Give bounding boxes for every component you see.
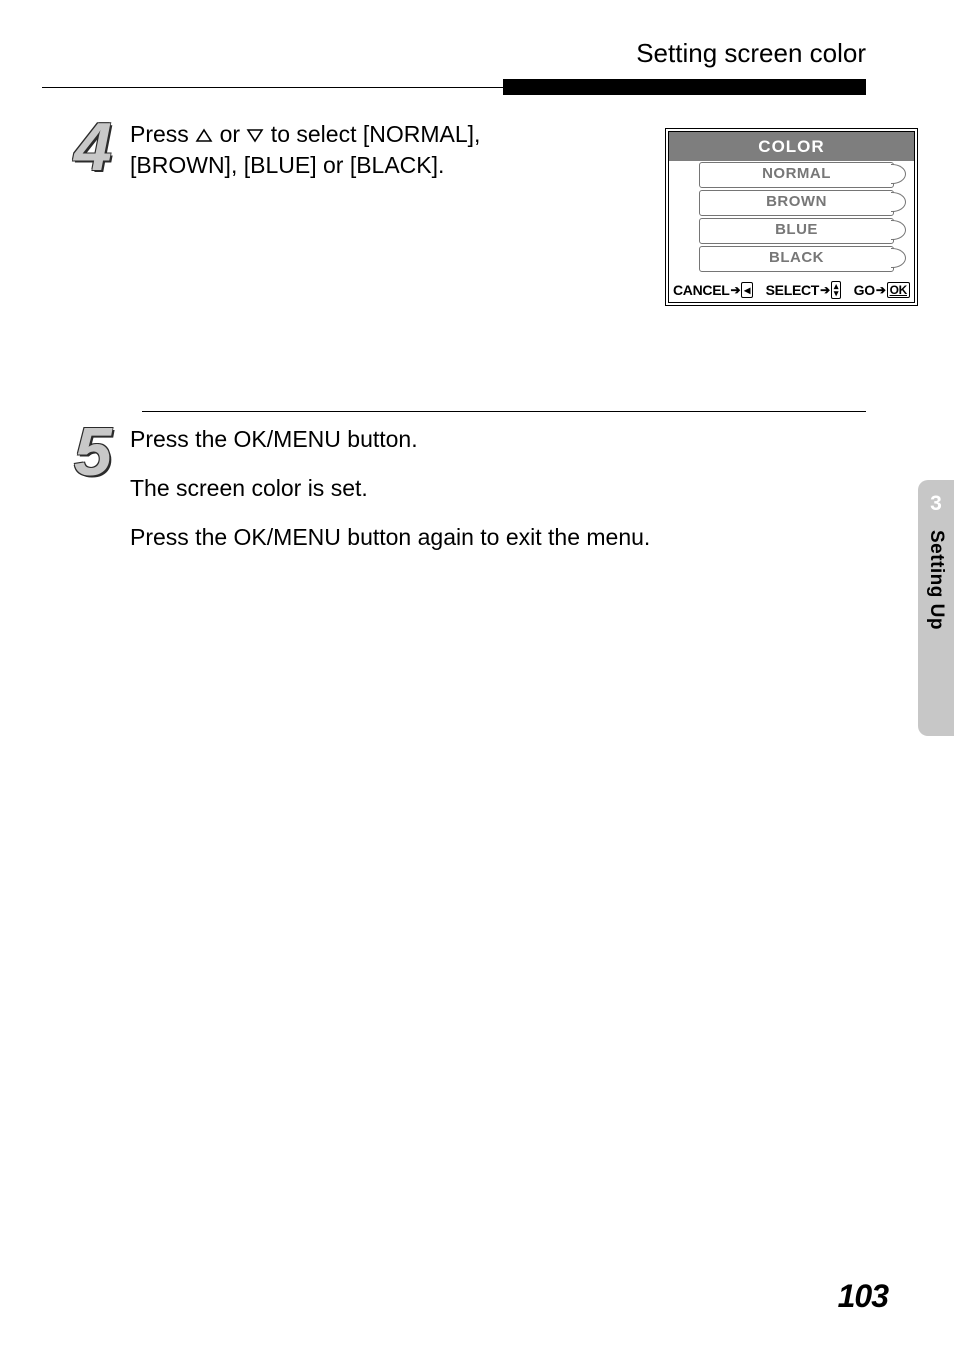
step-5-text: Press the OK/MENU button. The screen col… xyxy=(130,418,902,571)
menu-item-brown: BROWN xyxy=(669,189,914,217)
screen-hints: CANCEL➔◂ SELECT➔▴▾ GO➔OK xyxy=(669,277,914,302)
chevron-right-icon xyxy=(894,189,908,217)
chevron-right-icon xyxy=(894,217,908,245)
chevron-right-icon xyxy=(894,161,908,189)
menu-item-black: BLACK xyxy=(669,245,914,273)
arrow-right-icon: ➔ xyxy=(820,283,830,297)
triangle-up-icon xyxy=(195,128,213,143)
hint-go-label: GO xyxy=(854,282,875,298)
hint-select: SELECT➔▴▾ xyxy=(766,281,841,299)
step4-or: or xyxy=(213,121,246,147)
hint-cancel: CANCEL➔◂ xyxy=(673,282,753,298)
step5-line1: Press the OK/MENU button. xyxy=(130,424,902,455)
step4-press: Press xyxy=(130,121,195,147)
page-title: Setting screen color xyxy=(80,38,902,69)
step-number-5: 5 xyxy=(74,418,130,486)
lcd-screen: COLOR NORMAL BROWN BLUE BLACK xyxy=(665,128,918,306)
screen-title: COLOR xyxy=(669,132,914,161)
chapter-tab: 3 Setting Up xyxy=(918,480,954,736)
step-number-4: 4 xyxy=(74,113,130,181)
menu-item-label: BROWN xyxy=(699,190,894,216)
hint-select-label: SELECT xyxy=(766,282,819,298)
left-key-icon: ◂ xyxy=(741,282,753,298)
step-5: 5 Press the OK/MENU button. The screen c… xyxy=(80,418,902,571)
step-divider xyxy=(142,411,866,412)
header-bar xyxy=(503,79,866,95)
menu-item-label: NORMAL xyxy=(699,162,894,188)
menu-item-blue: BLUE xyxy=(669,217,914,245)
arrow-right-icon: ➔ xyxy=(731,283,741,297)
hint-go: GO➔OK xyxy=(854,282,910,298)
step-4-text: Press or to select [NORMAL], [BROWN], [B… xyxy=(130,113,550,181)
page-number: 103 xyxy=(838,1278,888,1315)
menu-item-normal: NORMAL xyxy=(669,161,914,189)
step5-line3: Press the OK/MENU button again to exit t… xyxy=(130,522,902,553)
header-rule-row xyxy=(80,79,902,95)
chapter-label: Setting Up xyxy=(925,530,947,630)
step5-line2: The screen color is set. xyxy=(130,473,902,504)
hint-cancel-label: CANCEL xyxy=(673,282,730,298)
arrow-right-icon: ➔ xyxy=(876,283,886,297)
updown-key-icon: ▴▾ xyxy=(831,281,841,299)
chevron-right-icon xyxy=(894,245,908,273)
menu-item-label: BLACK xyxy=(699,246,894,272)
menu-item-label: BLUE xyxy=(699,218,894,244)
triangle-down-icon xyxy=(246,128,264,143)
ok-key-icon: OK xyxy=(887,282,910,298)
chapter-number: 3 xyxy=(930,492,942,516)
